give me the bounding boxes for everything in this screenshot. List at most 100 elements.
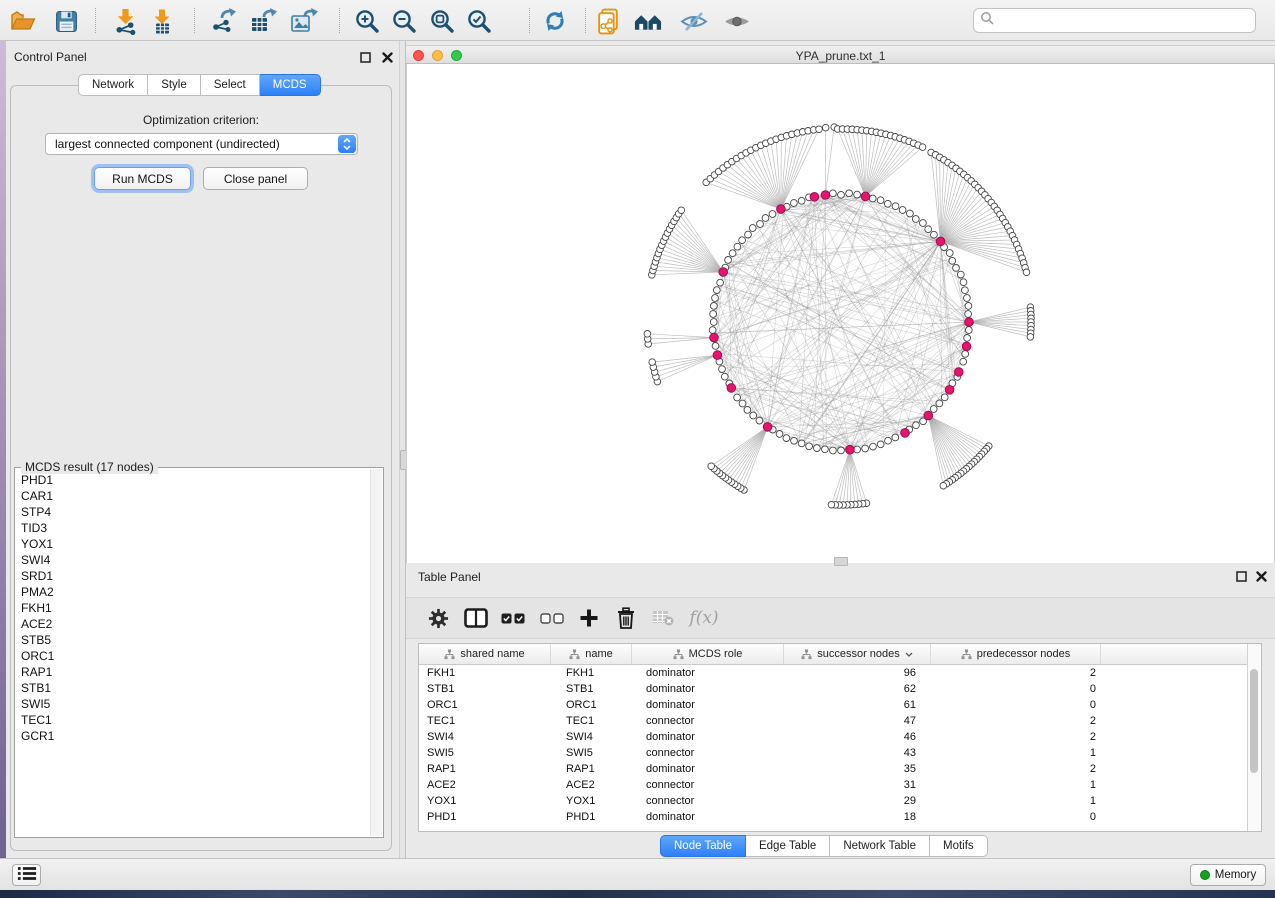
network-window-titlebar[interactable]: YPA_prune.txt_1	[406, 45, 1275, 64]
select-all-checkboxes-icon[interactable]	[500, 598, 526, 638]
houses-icon[interactable]	[633, 6, 663, 36]
eye-icon[interactable]	[722, 6, 752, 36]
mcds-result-item[interactable]: SWI5	[21, 696, 370, 712]
column-header-name[interactable]: name	[551, 644, 632, 664]
mcds-result-list[interactable]: PHD1CAR1STP4TID3YOX1SWI4SRD1PMA2FKH1ACE2…	[16, 470, 370, 836]
table-cell: 2	[931, 729, 1101, 745]
table-row[interactable]: PHD1PHD1dominator180	[419, 809, 1261, 825]
close-panel-icon[interactable]	[380, 50, 394, 64]
panel-splitter[interactable]	[399, 41, 406, 858]
memory-label: Memory	[1215, 869, 1257, 881]
column-visibility-icon[interactable]	[463, 598, 489, 638]
tab-network[interactable]: Network	[78, 74, 148, 96]
tab-edge-table[interactable]: Edge Table	[746, 835, 830, 857]
network-graph[interactable]	[407, 64, 1275, 563]
tab-node-table[interactable]: Node Table	[660, 835, 746, 857]
open-folder-icon[interactable]	[8, 6, 38, 36]
column-header-MCDS-role[interactable]: MCDS role	[632, 644, 784, 664]
mcds-result-item[interactable]: PHD1	[21, 472, 370, 488]
table-cell: ORC1	[419, 697, 551, 713]
settings-gear-icon[interactable]	[426, 598, 450, 638]
table-cell: connector	[632, 745, 784, 761]
table-row[interactable]: ORC1ORC1dominator610	[419, 697, 1261, 713]
table-cell: dominator	[632, 729, 784, 745]
table-row[interactable]: RAP1RAP1dominator352	[419, 761, 1261, 777]
optimization-criterion-label: Optimization criterion:	[6, 113, 396, 127]
close-panel-button[interactable]: Close panel	[203, 167, 308, 190]
export-image-icon[interactable]	[289, 6, 319, 36]
close-table-panel-icon[interactable]	[1254, 569, 1268, 583]
toolbar-separator	[529, 8, 530, 33]
mcds-result-item[interactable]: STB5	[21, 632, 370, 648]
mcds-result-item[interactable]: STP4	[21, 504, 370, 520]
mcds-result-item[interactable]: TEC1	[21, 712, 370, 728]
zoom-in-icon[interactable]	[352, 6, 382, 36]
import-network-icon[interactable]	[110, 6, 140, 36]
task-history-button[interactable]	[12, 864, 41, 886]
tab-motifs[interactable]: Motifs	[930, 835, 988, 857]
mcds-result-item[interactable]: ORC1	[21, 648, 370, 664]
search-box[interactable]	[973, 8, 1256, 33]
memory-button[interactable]: Memory	[1190, 864, 1266, 886]
table-cell: dominator	[632, 681, 784, 697]
mcds-list-scrollbar[interactable]	[370, 469, 382, 836]
refresh-icon[interactable]	[540, 6, 570, 36]
table-cell: 46	[784, 729, 931, 745]
column-header-predecessor-nodes[interactable]: predecessor nodes	[931, 644, 1101, 664]
save-icon[interactable]	[51, 6, 81, 36]
mcds-result-item[interactable]: CAR1	[21, 488, 370, 504]
table-scrollbar-thumb[interactable]	[1250, 669, 1258, 773]
mcds-result-item[interactable]: FKH1	[21, 600, 370, 616]
mcds-result-item[interactable]: STB1	[21, 680, 370, 696]
toolbar-separator	[194, 8, 195, 33]
tab-network-table[interactable]: Network Table	[830, 835, 930, 857]
add-column-icon[interactable]	[577, 598, 601, 638]
table-row[interactable]: FKH1FKH1dominator962	[419, 665, 1261, 681]
network-view[interactable]	[406, 64, 1275, 563]
mcds-result-item[interactable]: SRD1	[21, 568, 370, 584]
function-builder-icon[interactable]: f(x)	[686, 598, 722, 638]
table-cell: FKH1	[551, 665, 632, 681]
mcds-result-item[interactable]: RAP1	[21, 664, 370, 680]
float-table-panel-icon[interactable]	[1234, 569, 1248, 583]
optimization-criterion-select[interactable]: largest connected component (undirected)	[45, 133, 358, 155]
search-input[interactable]	[998, 13, 1249, 29]
import-table-icon[interactable]	[147, 6, 177, 36]
column-header-successor-nodes[interactable]: successor nodes	[784, 644, 931, 664]
network-table-splitter-handle[interactable]	[834, 557, 848, 566]
table-row[interactable]: SWI5SWI5connector431	[419, 745, 1261, 761]
table-row[interactable]: TEC1TEC1connector472	[419, 713, 1261, 729]
mcds-result-item[interactable]: PMA2	[21, 584, 370, 600]
mcds-result-item[interactable]: GCR1	[21, 728, 370, 744]
mcds-result-item[interactable]: TID3	[21, 520, 370, 536]
eye-slash-icon[interactable]	[679, 6, 709, 36]
delete-table-icon[interactable]	[651, 598, 675, 638]
tab-select[interactable]: Select	[201, 74, 260, 96]
run-mcds-button[interactable]: Run MCDS	[94, 167, 191, 190]
mcds-result-item[interactable]: YOX1	[21, 536, 370, 552]
mcds-result-item[interactable]: ACE2	[21, 616, 370, 632]
delete-column-icon[interactable]	[615, 598, 637, 638]
table-scrollbar[interactable]	[1247, 644, 1261, 831]
mcds-result-item[interactable]: SWI4	[21, 552, 370, 568]
node-table[interactable]: shared namenameMCDS rolesuccessor nodesp…	[418, 643, 1262, 832]
table-cell: 31	[784, 777, 931, 793]
zoom-out-icon[interactable]	[389, 6, 419, 36]
column-header-shared-name[interactable]: shared name	[419, 644, 551, 664]
table-cell: ACE2	[419, 777, 551, 793]
zoom-selected-icon[interactable]	[464, 6, 494, 36]
tab-mcds[interactable]: MCDS	[260, 74, 321, 96]
export-table-icon[interactable]	[248, 6, 278, 36]
table-row[interactable]: SWI4SWI4dominator462	[419, 729, 1261, 745]
table-cell: 2	[931, 665, 1101, 681]
zoom-fit-icon[interactable]	[427, 6, 457, 36]
table-row[interactable]: ACE2ACE2connector311	[419, 777, 1261, 793]
table-row[interactable]: YOX1YOX1connector291	[419, 793, 1261, 809]
table-cell: connector	[632, 713, 784, 729]
float-panel-icon[interactable]	[358, 50, 372, 64]
tab-style[interactable]: Style	[148, 74, 201, 96]
document-share-icon[interactable]	[593, 6, 623, 36]
table-row[interactable]: STB1STB1dominator620	[419, 681, 1261, 697]
export-network-icon[interactable]	[207, 6, 237, 36]
deselect-all-checkboxes-icon[interactable]	[539, 598, 565, 638]
